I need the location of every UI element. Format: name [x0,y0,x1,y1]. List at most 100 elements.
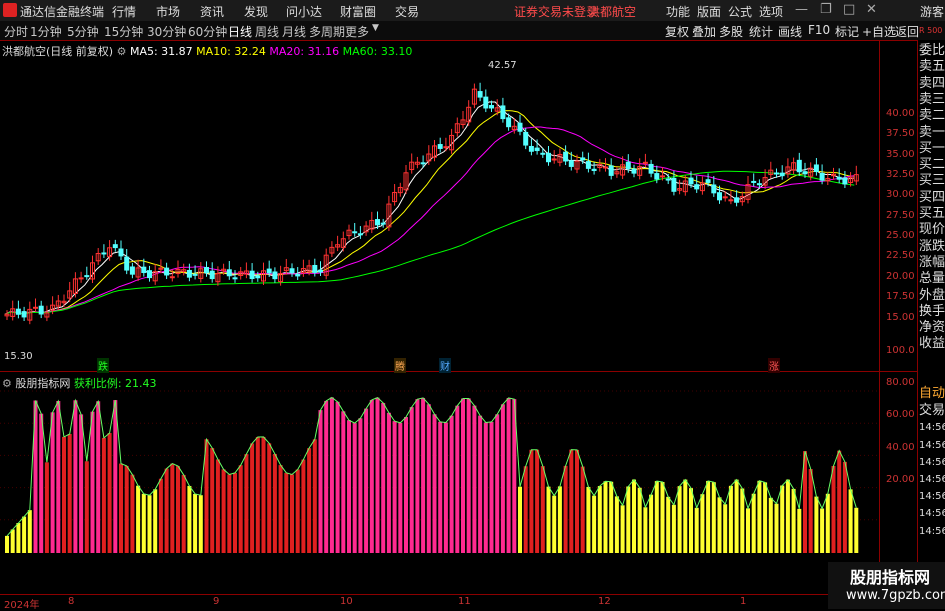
more-dropdown-icon[interactable]: ▼ [372,23,379,33]
tab-1min[interactable]: 1分钟 [30,23,62,40]
profit-ratio-bar [290,474,294,553]
maximize-icon[interactable]: □ [843,2,855,17]
menu-xuanxiang[interactable]: 选项 [759,3,783,20]
minimize-icon[interactable]: — [795,2,808,17]
price-axis-label: 15.00 [886,311,915,323]
indicator-settings-icon[interactable]: ⚙ [2,377,15,390]
sidebar-item[interactable]: 现价 [919,223,945,236]
axis-separator [879,40,880,609]
profit-ratio-bar [124,465,129,553]
menu-hangqing[interactable]: 行情 [112,3,136,20]
tab-multi-period[interactable]: 多周期 [309,23,345,40]
profit-ratio-bar [689,488,693,553]
sidebar-item2[interactable]: 14:56 [919,439,945,452]
tab-5min[interactable]: 5分钟 [67,23,99,40]
candle-down [568,160,574,167]
tab-15min[interactable]: 15分钟 [104,23,143,40]
sidebar-item[interactable]: 买三 [919,174,945,187]
sidebar-item[interactable]: 卖五 [919,60,945,73]
candle-down [477,91,483,98]
profit-ratio-bar [62,436,66,553]
sidebar-item2[interactable]: 14:56 [919,473,945,486]
tab-30min[interactable]: 30分钟 [147,23,186,40]
profit-ratio-bar [592,495,597,553]
sidebar-item[interactable]: 外盘 [919,289,945,302]
profit-ratio-bar [193,493,198,553]
menu-jiaoyi[interactable]: 交易 [395,3,419,20]
candle-down [688,177,694,185]
tab-daily[interactable]: 日线 [228,23,252,40]
close-icon[interactable]: ✕ [866,2,877,17]
tool-fuquan[interactable]: 复权 [665,23,689,40]
candle-down [506,117,512,128]
sidebar-item[interactable]: 收益 [919,337,945,350]
menu-gongneng[interactable]: 功能 [666,3,690,20]
sidebar-item[interactable]: 买一 [919,142,945,155]
sidebar-item2[interactable]: 14:56 [919,525,945,538]
kline-chart[interactable]: 42.57 15.30 [0,40,917,609]
tab-more[interactable]: 更多 [345,23,369,40]
tab-fenshi[interactable]: 分时 [4,23,28,40]
tool-huaxian[interactable]: 画线 [778,23,802,40]
tool-biaoji[interactable]: 标记 [835,23,859,40]
tab-monthly[interactable]: 月线 [282,23,306,40]
profit-ratio-bar [632,479,636,553]
candle-down [420,162,426,165]
sidebar-item[interactable]: 卖三 [919,93,945,106]
sidebar-item[interactable]: 买五 [919,207,945,220]
menu-faxian[interactable]: 发现 [244,3,268,20]
menu-zixun[interactable]: 资讯 [200,3,224,20]
indicator-name: 股朋指标网 [15,377,71,390]
sidebar-item[interactable]: 委比 [919,44,945,57]
sidebar-item[interactable]: 净资 [919,321,945,334]
sidebar-item2[interactable]: 交易 [919,404,945,417]
tool-tongji[interactable]: 统计 [749,23,773,40]
tool-f10[interactable]: F10 [808,23,830,37]
indicator-axis-label: 40.00 [886,441,915,453]
profit-ratio-bar [563,465,568,553]
sidebar-item[interactable]: 换手 [919,305,945,318]
tool-add-watchlist[interactable]: +自选 [862,23,896,40]
sidebar-item2[interactable]: 14:56 [919,456,945,469]
tool-back[interactable]: 返回 [895,23,919,40]
profit-ratio-bar [398,422,403,553]
sidebar-item[interactable]: 卖四 [919,77,945,90]
candle-down [631,168,637,174]
sidebar-item2[interactable]: 14:56 [919,490,945,503]
tab-60min[interactable]: 60分钟 [188,23,227,40]
profit-ratio-bar [751,493,756,553]
profit-ratio-bar [255,436,260,553]
candle-down [563,151,569,162]
menu-gongshi[interactable]: 公式 [728,3,752,20]
tab-weekly[interactable]: 周线 [255,23,279,40]
menu-banmian[interactable]: 版面 [697,3,721,20]
sidebar-item[interactable]: 涨跌 [919,240,945,253]
profit-ratio-bar [136,485,141,553]
candle-down [318,269,323,273]
sidebar-item[interactable]: 涨幅 [919,256,945,269]
sidebar-item[interactable]: 总量 [919,272,945,285]
login-notice[interactable]: 证券交易未登录 [514,3,598,20]
sidebar-item[interactable]: 卖二 [919,109,945,122]
sidebar-item[interactable]: 买二 [919,158,945,171]
profit-ratio-bar [614,496,619,553]
profit-ratio-bar [381,402,386,553]
restore-icon[interactable]: ❐ [820,2,832,17]
sidebar-item2[interactable]: 自动 [919,387,945,400]
menu-wenxiaoda[interactable]: 问小达 [286,3,322,20]
sidebar-item[interactable]: 卖一 [919,126,945,139]
sidebar-item2[interactable]: 14:56 [919,507,945,520]
guest-user[interactable]: 游客 [920,3,944,20]
sidebar-r500[interactable]: R 500 [919,24,942,37]
tool-diejia[interactable]: 叠加 [692,23,716,40]
sidebar-item[interactable]: 买四 [919,191,945,204]
candle-down [483,96,489,109]
tool-duogu[interactable]: 多股 [719,23,743,40]
price-axis-label: 40.00 [886,108,915,119]
profit-ratio-bar [278,465,283,553]
candle-down [534,147,540,152]
date-axis-label: 9 [213,596,220,607]
sidebar-item2[interactable]: 14:56 [919,421,945,434]
menu-caifuquan[interactable]: 财富圈 [340,3,376,20]
menu-shichang[interactable]: 市场 [156,3,180,20]
